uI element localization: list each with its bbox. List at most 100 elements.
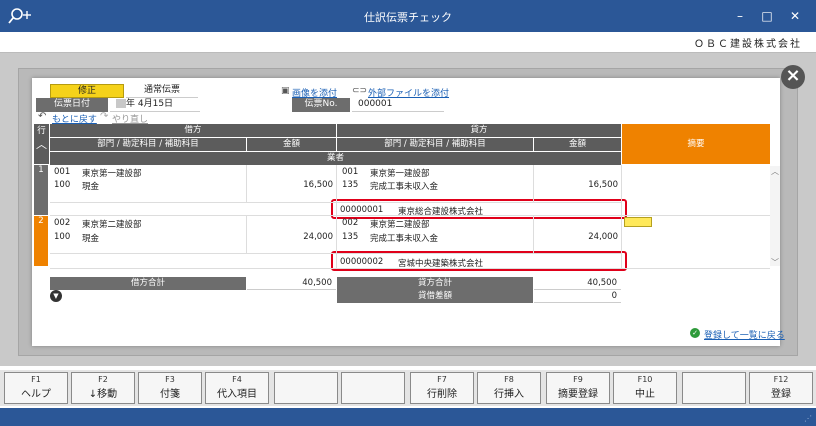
link-icon: ⊂⊃ bbox=[352, 86, 368, 96]
f1-help-button[interactable]: F1 ヘルプ bbox=[4, 372, 68, 404]
credit-dept-name: 東京第二建設部 bbox=[370, 220, 430, 230]
f10-cancel-button[interactable]: F10 中止 bbox=[613, 372, 677, 404]
fkey-code: F10 bbox=[637, 375, 653, 384]
grid-line bbox=[50, 202, 621, 203]
credit-dept-name: 東京第一建設部 bbox=[370, 169, 430, 179]
credit-amount[interactable]: 24,000 bbox=[534, 232, 618, 242]
row-header-label: 行 bbox=[37, 126, 46, 136]
fkey-code: F9 bbox=[573, 375, 583, 384]
era-box bbox=[116, 99, 126, 108]
window-title: 仕訳伝票チェック bbox=[364, 11, 452, 24]
debit-total-label: 借方合計 bbox=[50, 277, 246, 290]
debit-dept-code[interactable]: 002 bbox=[54, 218, 70, 228]
grid-line bbox=[533, 165, 534, 202]
diff-value: 0 bbox=[534, 290, 621, 303]
scroll-up-icon[interactable]: ︿ bbox=[771, 166, 779, 177]
date-field[interactable]: 年 4月15日 bbox=[110, 98, 200, 112]
credit-amount-header: 金額 bbox=[534, 138, 621, 151]
fkey-code: F8 bbox=[504, 375, 514, 384]
close-window-button[interactable]: ✕ bbox=[785, 6, 805, 26]
f4-assign-button[interactable]: F4 代入項目 bbox=[205, 372, 269, 404]
debit-account-name: 現金 bbox=[82, 182, 100, 192]
grid-line bbox=[246, 165, 247, 202]
summary-input[interactable] bbox=[624, 217, 652, 227]
voucher-type[interactable]: 通常伝票 bbox=[126, 84, 198, 98]
grid-line bbox=[246, 216, 247, 253]
fkey-code: F2 bbox=[98, 375, 108, 384]
debit-header: 借方 bbox=[50, 124, 336, 137]
row-number[interactable]: 1 bbox=[34, 165, 48, 215]
debit-dept-header: 部門 / 勘定科目 / 補助科目 bbox=[50, 138, 246, 151]
company-name: ＯＢＣ建設株式会社 bbox=[694, 39, 802, 50]
f8-insert-row-button[interactable]: F8 行挿入 bbox=[477, 372, 541, 404]
credit-account-code[interactable]: 135 bbox=[342, 232, 358, 242]
f12-register-button[interactable]: F12 登録 bbox=[749, 372, 813, 404]
date-value: 年 4月15日 bbox=[126, 99, 174, 109]
maximize-button[interactable]: □ bbox=[757, 6, 777, 26]
fkey-label: ↓移動 bbox=[88, 389, 118, 400]
date-label: 伝票日付 bbox=[36, 98, 108, 112]
credit-account-name: 完成工事未収入金 bbox=[370, 234, 439, 244]
row-number[interactable]: 2 bbox=[34, 216, 48, 266]
grid-line bbox=[50, 215, 770, 216]
fkey-label: ヘルプ bbox=[21, 389, 51, 400]
debit-amount-header: 金額 bbox=[247, 138, 336, 151]
credit-dept-header: 部門 / 勘定科目 / 補助科目 bbox=[337, 138, 533, 151]
grid-line bbox=[533, 216, 534, 253]
debit-account-code[interactable]: 100 bbox=[54, 180, 70, 190]
debit-dept-code[interactable]: 001 bbox=[54, 167, 70, 177]
expand-icon[interactable]: ▼ bbox=[50, 290, 62, 302]
debit-amount[interactable]: 16,500 bbox=[247, 180, 333, 190]
debit-account-code[interactable]: 100 bbox=[54, 232, 70, 242]
voucher-no-field[interactable]: 000001 bbox=[352, 98, 444, 112]
fkey-label: 行挿入 bbox=[494, 389, 524, 400]
undo-icon: ↶ bbox=[38, 111, 47, 122]
debit-account-name: 現金 bbox=[82, 234, 100, 244]
row-header: 行 ︿ bbox=[34, 124, 49, 164]
fkey-code: F3 bbox=[165, 375, 175, 384]
credit-dept-code[interactable]: 001 bbox=[342, 167, 358, 177]
close-dialog-icon[interactable]: × bbox=[781, 65, 805, 89]
vendor-code[interactable]: 00000002 bbox=[340, 257, 383, 267]
f7-delete-row-button[interactable]: F7 行削除 bbox=[410, 372, 474, 404]
resize-grip-icon[interactable]: ⋰ bbox=[804, 414, 812, 423]
credit-total-value: 40,500 bbox=[534, 277, 621, 290]
collapse-icon[interactable]: ︿ bbox=[36, 138, 47, 151]
credit-dept-code[interactable]: 002 bbox=[342, 218, 358, 228]
vendor-code[interactable]: 00000001 bbox=[340, 205, 383, 215]
vendor-header: 業者 bbox=[50, 152, 621, 165]
return-to-list-link[interactable]: 登録して一覧に戻る bbox=[704, 328, 785, 341]
credit-total-label: 貸方合計 bbox=[337, 277, 533, 290]
fkey-label: 付箋 bbox=[160, 389, 180, 400]
fkey-code: F7 bbox=[437, 375, 447, 384]
voucher-no-label: 伝票No. bbox=[292, 98, 350, 112]
grid-line bbox=[50, 268, 770, 269]
scroll-down-icon[interactable]: ﹀ bbox=[771, 257, 779, 268]
credit-amount[interactable]: 16,500 bbox=[534, 180, 618, 190]
redo-icon: ↷ bbox=[100, 111, 109, 122]
mode-badge: 修正 bbox=[50, 84, 124, 98]
fkey-label: 中止 bbox=[635, 389, 655, 400]
debit-dept-name: 東京第一建設部 bbox=[82, 169, 142, 179]
grid-line bbox=[50, 253, 621, 254]
grid-line bbox=[621, 165, 622, 269]
image-icon: ▣ bbox=[281, 86, 290, 96]
debit-amount[interactable]: 24,000 bbox=[247, 232, 333, 242]
f11-empty-button[interactable] bbox=[682, 372, 746, 404]
credit-account-code[interactable]: 135 bbox=[342, 180, 358, 190]
f6-empty-button[interactable] bbox=[341, 372, 405, 404]
summary-header: 摘要 bbox=[622, 124, 770, 164]
f2-move-button[interactable]: F2 ↓移動 bbox=[71, 372, 135, 404]
fkey-code: F1 bbox=[31, 375, 41, 384]
row-number-label: 2 bbox=[38, 216, 44, 226]
fkey-label: 代入項目 bbox=[217, 389, 257, 400]
diff-label: 貸借差額 bbox=[337, 290, 533, 303]
f9-summary-register-button[interactable]: F9 摘要登録 bbox=[546, 372, 610, 404]
fkey-label: 行削除 bbox=[427, 389, 457, 400]
credit-header: 貸方 bbox=[337, 124, 621, 137]
fkey-label: 摘要登録 bbox=[558, 389, 598, 400]
minimize-button[interactable]: – bbox=[730, 6, 750, 26]
scrollbar[interactable] bbox=[770, 166, 780, 266]
f3-sticky-button[interactable]: F3 付箋 bbox=[138, 372, 202, 404]
f5-empty-button[interactable] bbox=[274, 372, 338, 404]
